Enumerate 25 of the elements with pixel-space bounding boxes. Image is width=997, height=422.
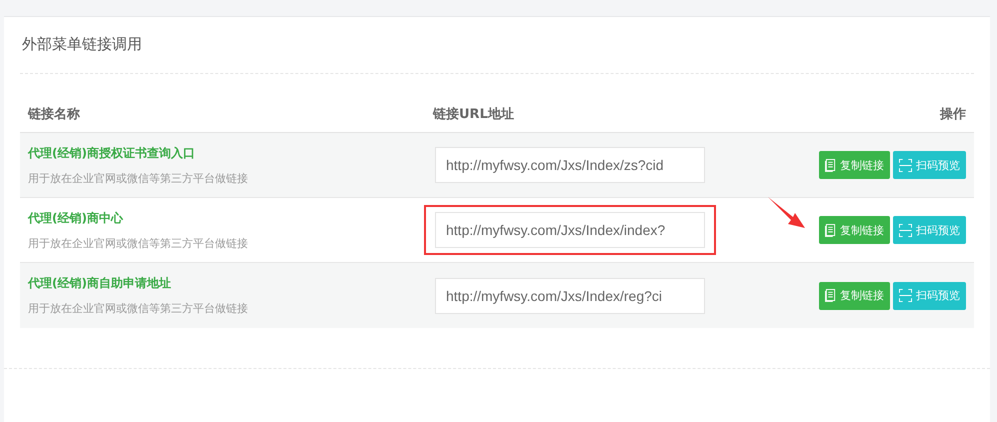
copy-link-button[interactable]: 复制链接 [819, 282, 890, 310]
scan-preview-button[interactable]: 扫码预览 [893, 151, 966, 179]
link-description: 用于放在企业官网或微信等第三方平台做链接 [28, 301, 249, 316]
link-description: 用于放在企业官网或微信等第三方平台做链接 [28, 236, 249, 250]
column-header: 操作 [938, 106, 967, 123]
url-field[interactable]: http://myfwsy.com/Jxs/Index/reg?ci [435, 278, 705, 314]
link-description: 用于放在企业官网或微信等第三方平台做链接 [28, 170, 249, 186]
scan-icon [899, 289, 912, 302]
document-icon [825, 224, 836, 236]
link-name: 代理(经销)商自助申请地址 [28, 275, 172, 292]
link-name: 代理(经销)商中心 [28, 210, 124, 226]
copy-link-button[interactable]: 复制链接 [819, 151, 890, 179]
column-header: 链接URL地址 [433, 106, 515, 123]
url-field[interactable]: http://myfwsy.com/Jxs/Index/zs?cid [435, 147, 705, 183]
scan-preview-button[interactable]: 扫码预览 [893, 216, 966, 244]
document-icon [825, 289, 836, 302]
link-name: 代理(经销)商授权证书查询入口 [28, 144, 196, 162]
scan-preview-button[interactable]: 扫码预览 [893, 282, 966, 310]
scan-icon [899, 158, 912, 172]
column-header: 链接名称 [26, 106, 81, 123]
copy-link-button[interactable]: 复制链接 [819, 216, 890, 244]
scan-icon [899, 224, 912, 236]
panel-title: 外部菜单链接调用 [20, 17, 974, 74]
url-field[interactable]: http://myfwsy.com/Jxs/Index/index? [435, 212, 705, 248]
document-icon [825, 158, 836, 172]
